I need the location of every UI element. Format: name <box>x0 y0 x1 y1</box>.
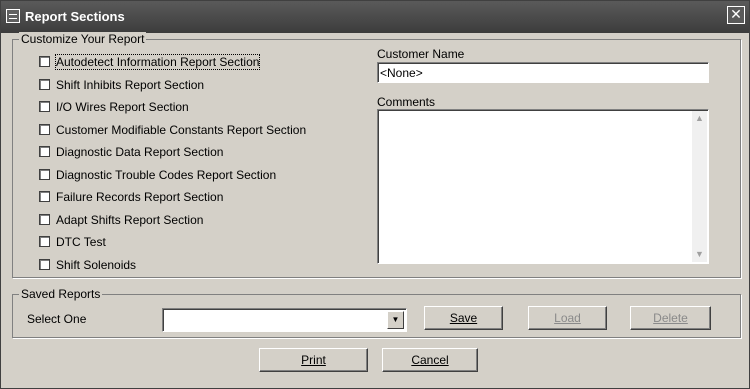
delete-button[interactable]: Delete <box>630 306 711 330</box>
saved-reports-legend: Saved Reports <box>19 287 103 301</box>
comments-scrollbar[interactable]: ▲ ▼ <box>692 111 707 262</box>
cancel-button[interactable]: Cancel <box>382 348 478 372</box>
saved-report-select[interactable]: ▼ <box>162 308 407 332</box>
checkbox-label: Shift Solenoids <box>56 257 137 272</box>
customer-name-field[interactable]: <None> <box>377 62 709 83</box>
print-button[interactable]: Print <box>259 348 368 372</box>
close-icon[interactable]: ✕ <box>727 6 745 24</box>
comments-field[interactable]: ▲ ▼ <box>377 109 709 264</box>
checkbox-label: Customer Modifiable Constants Report Sec… <box>56 122 307 137</box>
customize-legend: Customize Your Report <box>19 32 147 46</box>
delete-button-label: Delete <box>653 311 688 325</box>
checkbox-label: Diagnostic Data Report Section <box>56 145 224 159</box>
select-one-label: Select One <box>27 312 87 326</box>
checkbox-label: Failure Records Report Section <box>56 190 224 204</box>
print-button-label: Print <box>301 353 326 367</box>
saved-reports-group: Saved Reports Select One ▼ Save Load Del… <box>12 287 741 338</box>
checkbox[interactable] <box>39 191 50 202</box>
checkbox[interactable] <box>39 168 50 180</box>
cancel-button-label: Cancel <box>411 353 449 367</box>
checkbox[interactable] <box>39 213 50 225</box>
checkbox[interactable] <box>39 56 50 67</box>
save-button-label: Save <box>449 311 478 325</box>
chevron-down-icon[interactable]: ▼ <box>387 311 404 329</box>
checkbox-label: Shift Inhibits Report Section <box>56 77 205 92</box>
checkbox-label: I/O Wires Report Section <box>56 100 189 114</box>
checkbox[interactable] <box>39 123 50 135</box>
comments-label: Comments <box>377 95 436 109</box>
scroll-up-icon[interactable]: ▲ <box>692 111 707 126</box>
report-sections-dialog: Report Sections ✕ Customize Your Report … <box>0 0 750 389</box>
scroll-down-icon[interactable]: ▼ <box>692 247 707 262</box>
title-bar[interactable]: Report Sections ✕ <box>1 1 749 33</box>
checkbox[interactable] <box>39 101 50 112</box>
load-button-label: Load <box>554 311 581 325</box>
window-title: Report Sections <box>25 9 125 24</box>
checkbox-label: Autodetect Information Report Section <box>54 54 261 70</box>
window-icon <box>6 9 20 23</box>
checkbox[interactable] <box>39 236 50 247</box>
save-button[interactable]: Save <box>424 306 503 330</box>
checkbox[interactable] <box>39 78 50 90</box>
checkbox-label: Adapt Shifts Report Section <box>56 212 204 227</box>
customize-report-group: Customize Your Report Autodetect Informa… <box>12 32 741 278</box>
checkbox-label: Diagnostic Trouble Codes Report Section <box>56 167 277 182</box>
checkbox-label: DTC Test <box>56 235 106 249</box>
customer-name-label: Customer Name <box>377 47 465 61</box>
load-button[interactable]: Load <box>528 306 607 330</box>
checkbox[interactable] <box>39 146 50 157</box>
checkbox[interactable] <box>39 258 50 270</box>
